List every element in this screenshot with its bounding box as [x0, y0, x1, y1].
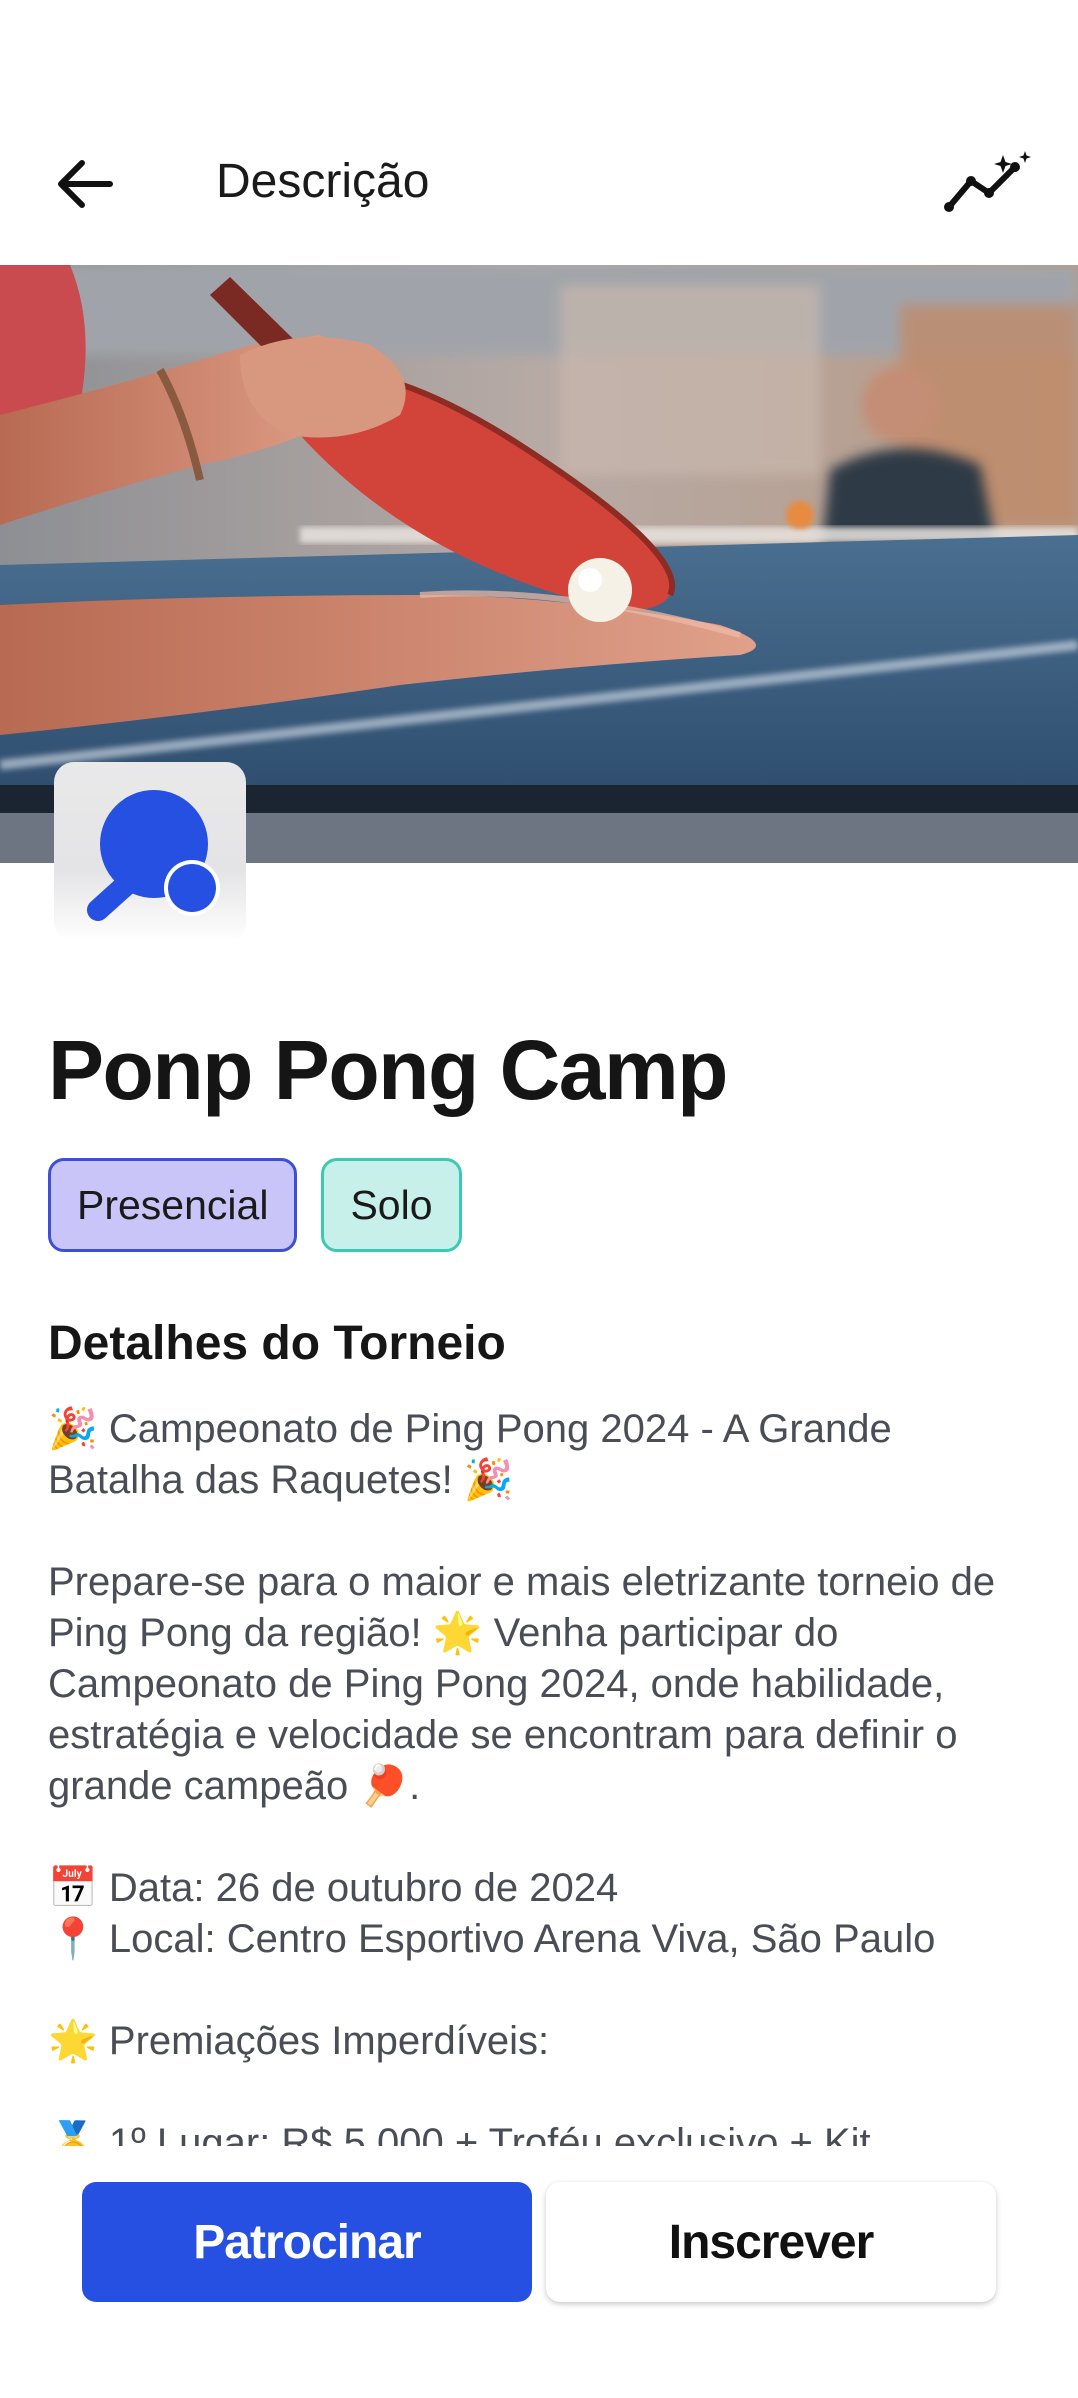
- description-date: 📅 Data: 26 de outubro de 2024: [48, 1866, 619, 1910]
- sponsor-button[interactable]: Patrocinar: [82, 2182, 532, 2302]
- bottom-action-bar: Patrocinar Inscrever: [0, 2146, 1078, 2398]
- details-heading: Detalhes do Torneio: [48, 1317, 506, 1370]
- description-first-prize: 🥇 1º Lugar: R$ 5.000 + Troféu exclusivo …: [48, 2121, 871, 2146]
- event-logo: [54, 762, 246, 942]
- description-prizes-heading: 🌟 Premiações Imperdíveis:: [48, 2019, 550, 2063]
- event-title: Ponp Pong Camp: [48, 1023, 728, 1117]
- event-tags: Presencial Solo: [48, 1158, 462, 1252]
- back-button[interactable]: [40, 140, 128, 228]
- tag-solo: Solo: [321, 1158, 462, 1252]
- tournament-description[interactable]: 🎉 Campeonato de Ping Pong 2024 - A Grand…: [48, 1404, 1038, 2146]
- sparkle-chart-icon: [944, 151, 1031, 212]
- description-paragraph: 🎉 Campeonato de Ping Pong 2024 - A Grand…: [48, 1407, 892, 1502]
- signup-button[interactable]: Inscrever: [546, 2182, 996, 2302]
- ping-pong-paddle-icon: [87, 790, 220, 921]
- event-description-screen: Descrição Ponp Pong Camp Presencial Solo…: [0, 0, 1078, 2398]
- analytics-button[interactable]: [938, 140, 1038, 228]
- arrow-left-icon: [58, 160, 113, 208]
- page-title: Descrição: [216, 155, 430, 208]
- top-app-bar: Descrição: [0, 0, 1078, 265]
- description-location: 📍 Local: Centro Esportivo Arena Viva, Sã…: [48, 1917, 936, 1961]
- description-paragraph: Prepare-se para o maior e mais eletrizan…: [48, 1560, 996, 1808]
- tag-presencial: Presencial: [48, 1158, 298, 1252]
